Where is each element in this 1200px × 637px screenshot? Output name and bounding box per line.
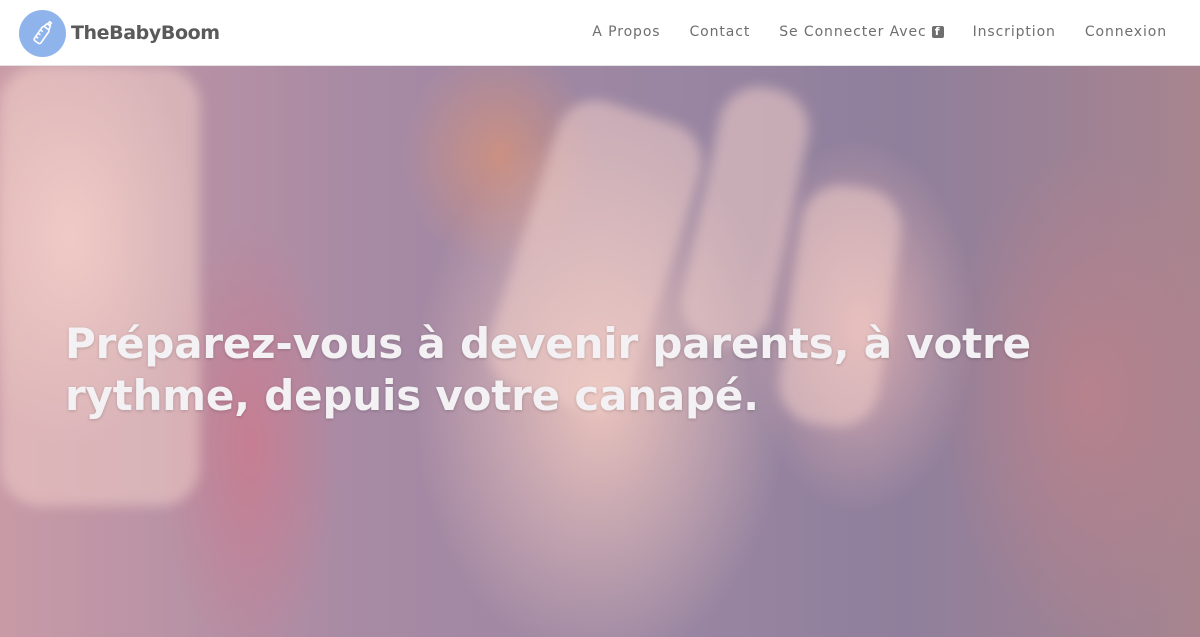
hero-headline: Préparez-vous à devenir parents, à votre… [65,318,1065,422]
facebook-login-label: Se Connecter Avec [779,24,927,40]
nav-about-link[interactable]: A Propos [592,24,660,40]
brand-home-link[interactable]: TheBabyBoom [19,9,220,57]
hero-background-image-detail-3 [0,66,200,506]
top-navbar: TheBabyBoom A Propos Contact Se Connecte… [0,0,1200,66]
brand-name: TheBabyBoom [71,22,220,44]
facebook-icon: f [931,26,944,38]
nav-signup-link[interactable]: Inscription [973,24,1056,40]
hero-headline-line-1: Préparez-vous à devenir parents, à votre [65,319,1031,368]
baby-bottle-icon [19,9,66,57]
nav-login-link[interactable]: Connexion [1085,24,1167,40]
nav-facebook-login-link[interactable]: Se Connecter Avec f [779,24,944,40]
hero-headline-line-2: rythme, depuis votre canapé. [65,371,759,420]
main-nav: A Propos Contact Se Connecter Avec f Ins… [563,0,1167,64]
hero-banner: Préparez-vous à devenir parents, à votre… [0,66,1200,637]
nav-contact-link[interactable]: Contact [689,24,750,40]
